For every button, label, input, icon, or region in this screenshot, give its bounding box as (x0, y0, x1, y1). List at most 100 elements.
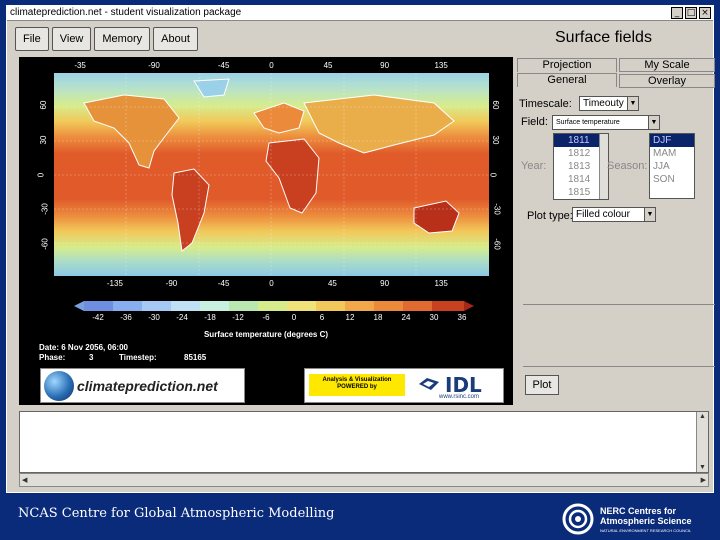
lat-label: -60 (492, 237, 502, 250)
list-item[interactable]: JJA (650, 160, 694, 173)
lat-label: 60 (38, 101, 48, 110)
lat-label: 60 (490, 101, 500, 110)
date-info: Date: 6 Nov 2056, 06:00 (39, 343, 128, 352)
lon-label: -90 (165, 279, 178, 288)
close-button[interactable]: × (699, 7, 711, 19)
lat-label: -60 (40, 237, 50, 250)
colorbar-tick: 36 (457, 313, 467, 322)
lat-label: 30 (38, 135, 48, 145)
panel-title: Surface fields (555, 29, 652, 46)
footer-text: NCAS Centre for Global Atmospheric Model… (18, 506, 335, 521)
app-window: climateprediction.net - student visualiz… (6, 5, 715, 493)
climateprediction-logo-text: climateprediction.net (77, 378, 218, 394)
timescale-label: Timescale: (519, 98, 572, 110)
divider (523, 366, 715, 367)
plot-button[interactable]: Plot (525, 375, 559, 395)
lon-label: 45 (327, 279, 337, 288)
chevron-down-icon: ▼ (648, 116, 659, 129)
menu-bar: File View Memory About (15, 27, 198, 51)
field-dropdown[interactable]: Surface temperature ▼ (552, 115, 660, 130)
idl-powered-box: Analysis & Visualization POWERED by (309, 374, 405, 396)
colorbar-tick: 24 (401, 313, 411, 322)
lon-label: -45 (217, 279, 230, 288)
timescale-value: Timeouty (583, 98, 624, 109)
maximize-button[interactable]: □ (685, 7, 697, 19)
lon-label: 45 (323, 61, 333, 70)
scroll-right-icon[interactable]: ▶ (701, 476, 706, 484)
lon-label: 90 (380, 61, 390, 70)
colorbar-tick: -42 (92, 313, 104, 322)
idl-logo: Analysis & Visualization POWERED by IDL … (304, 368, 504, 403)
lat-label: -30 (40, 203, 50, 215)
season-label: Season: (607, 160, 648, 172)
scroll-down-icon[interactable]: ▼ (699, 464, 706, 471)
lat-label: 30 (490, 135, 500, 145)
phase-label: Phase: (39, 353, 66, 362)
map-figure: -35 -90 -45 0 45 90 135 60 30 0 -30 -60 … (19, 57, 513, 405)
date-value: 6 Nov 2056, 06:00 (61, 343, 128, 352)
message-scrollbar[interactable]: ▲ ▼ (696, 412, 708, 472)
plot-type-label: Plot type: (527, 210, 573, 222)
climateprediction-logo: climateprediction.net (40, 368, 245, 403)
plot-type-value: Filled colour (576, 209, 630, 220)
idl-url: www.rsinc.com (439, 394, 480, 400)
right-latitude-labels: 60 30 0 -30 -60 (488, 73, 505, 276)
tab-overlay[interactable]: Overlay (619, 74, 715, 88)
field-label: Field: (521, 116, 548, 128)
colorbar-tick: -6 (262, 313, 270, 322)
minimize-button[interactable]: _ (671, 7, 683, 19)
memory-menu-button[interactable]: Memory (94, 27, 151, 51)
nerc-line2: Atmospheric Science (600, 516, 692, 526)
lon-label: -35 (74, 61, 86, 70)
tab-projection[interactable]: Projection (517, 58, 617, 72)
left-latitude-labels: 60 30 0 -30 -60 (36, 73, 53, 276)
view-menu-button[interactable]: View (51, 27, 92, 51)
scroll-left-icon[interactable]: ◀ (22, 476, 27, 484)
colorbar-tick: 18 (373, 313, 383, 322)
lat-label: -30 (492, 203, 502, 215)
field-value: Surface temperature (556, 119, 620, 126)
list-item[interactable]: SON (650, 173, 694, 186)
title-bar[interactable]: climateprediction.net - student visualiz… (7, 6, 713, 21)
chevron-down-icon: ▼ (644, 208, 655, 221)
year-listbox[interactable]: 1811 1812 1813 1814 1815 (553, 133, 609, 200)
colorbar-tick: -36 (120, 313, 132, 322)
colorbar-title: Surface temperature (degrees C) (203, 330, 329, 339)
lat-label: 0 (36, 172, 46, 177)
colorbar-tick: 30 (429, 313, 439, 322)
file-menu-button[interactable]: File (15, 27, 49, 51)
lon-label: 0 (269, 279, 274, 288)
about-menu-button[interactable]: About (153, 27, 198, 51)
date-label: Date: (39, 343, 60, 352)
list-item[interactable]: MAM (650, 147, 694, 160)
horizontal-scrollbar[interactable]: ◀ ▶ (19, 473, 709, 487)
lon-label: 135 (434, 279, 448, 288)
timescale-dropdown[interactable]: Timeouty ▼ (579, 96, 639, 111)
nerc-name: NERC Centres for Atmospheric Science (600, 506, 692, 526)
scroll-up-icon[interactable]: ▲ (699, 413, 706, 420)
colorbar-tick: -12 (232, 313, 244, 322)
lon-label: 135 (434, 61, 448, 70)
temperature-map (54, 73, 489, 276)
bottom-longitude-labels: -135 -90 -45 0 45 90 135 (54, 279, 489, 289)
phase-info: Phase: 3 Timestep: 85165 (39, 353, 206, 362)
chevron-down-icon: ▼ (627, 97, 638, 110)
season-listbox[interactable]: DJF MAM JJA SON (649, 133, 695, 199)
colorbar-tick: 0 (291, 313, 297, 322)
lon-label: -45 (217, 61, 230, 70)
idl-mark-icon (419, 378, 439, 390)
colorbar-tick: 12 (345, 313, 355, 322)
colorbar-ticks: -42 -36 -30 -24 -18 -12 -6 0 6 12 18 24 … (74, 313, 474, 323)
nerc-line1: NERC Centres for (600, 506, 677, 516)
message-output[interactable]: ▲ ▼ (19, 411, 709, 473)
list-item[interactable]: DJF (650, 134, 694, 147)
window-title: climateprediction.net - student visualiz… (10, 7, 242, 18)
colorbar-tick: -30 (148, 313, 160, 322)
top-longitude-labels: -35 -90 -45 0 45 90 135 (54, 61, 489, 71)
lat-label: 0 (488, 172, 498, 177)
nerc-logo-icon (562, 503, 594, 535)
tab-general[interactable]: General (517, 73, 617, 87)
plot-type-dropdown[interactable]: Filled colour ▼ (572, 207, 656, 222)
colorbar-tick: -18 (204, 313, 216, 322)
tab-my-scale[interactable]: My Scale (619, 58, 715, 72)
